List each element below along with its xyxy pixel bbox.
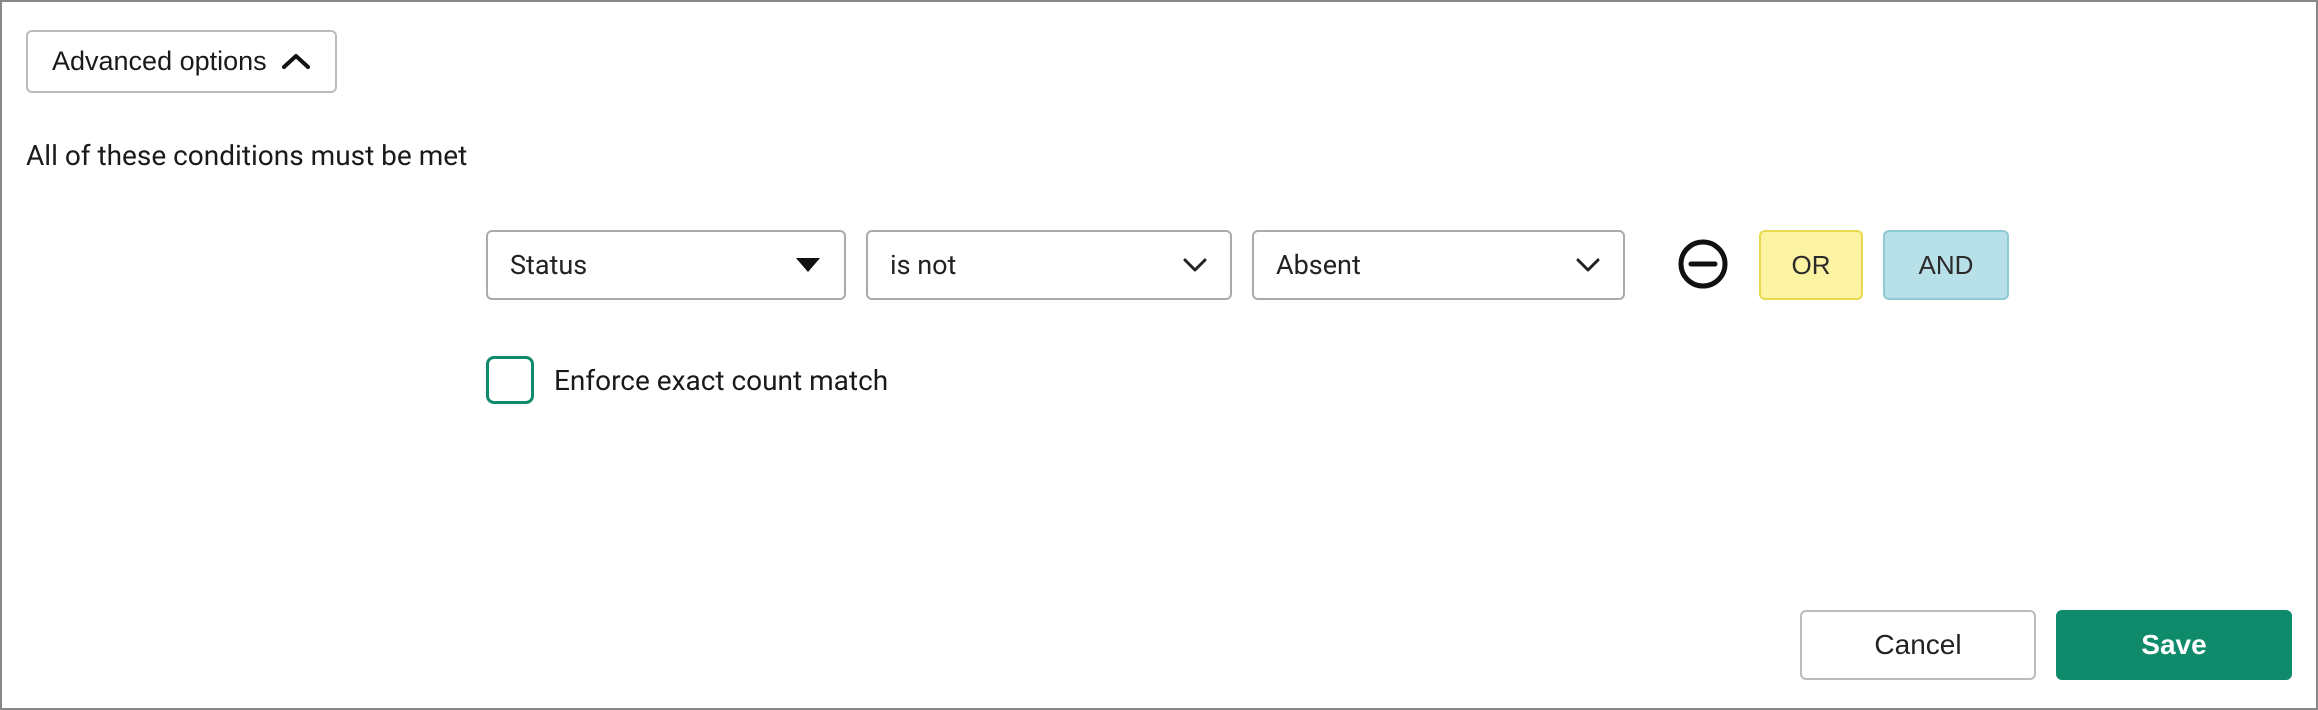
- chevron-down-icon: [1575, 256, 1601, 274]
- and-label: AND: [1919, 250, 1974, 281]
- minus-circle-icon: [1677, 238, 1729, 293]
- advanced-options-toggle[interactable]: Advanced options: [26, 30, 337, 93]
- footer-buttons: Cancel Save: [1800, 610, 2292, 680]
- condition-operator-select[interactable]: is not: [866, 230, 1232, 300]
- condition-value-text: Absent: [1276, 249, 1361, 281]
- conditions-heading: All of these conditions must be met: [26, 139, 2292, 172]
- condition-row: Status is not Absent: [486, 230, 2292, 300]
- and-button[interactable]: AND: [1883, 230, 2009, 300]
- caret-down-solid-icon: [794, 256, 822, 274]
- or-label: OR: [1792, 250, 1831, 281]
- conditions-panel: Advanced options All of these conditions…: [0, 0, 2318, 710]
- enforce-checkbox[interactable]: [486, 356, 534, 404]
- save-label: Save: [2141, 629, 2206, 661]
- chevron-down-icon: [1182, 256, 1208, 274]
- or-button[interactable]: OR: [1759, 230, 1863, 300]
- save-button[interactable]: Save: [2056, 610, 2292, 680]
- cancel-button[interactable]: Cancel: [1800, 610, 2036, 680]
- enforce-row: Enforce exact count match: [486, 356, 2292, 404]
- advanced-options-label: Advanced options: [52, 46, 267, 77]
- condition-field-select[interactable]: Status: [486, 230, 846, 300]
- condition-operator-value: is not: [890, 249, 956, 281]
- enforce-label: Enforce exact count match: [554, 364, 888, 397]
- chevron-up-icon: [281, 52, 311, 72]
- remove-condition-button[interactable]: [1675, 237, 1731, 293]
- condition-field-value: Status: [510, 249, 587, 281]
- condition-value-select[interactable]: Absent: [1252, 230, 1625, 300]
- cancel-label: Cancel: [1874, 629, 1961, 661]
